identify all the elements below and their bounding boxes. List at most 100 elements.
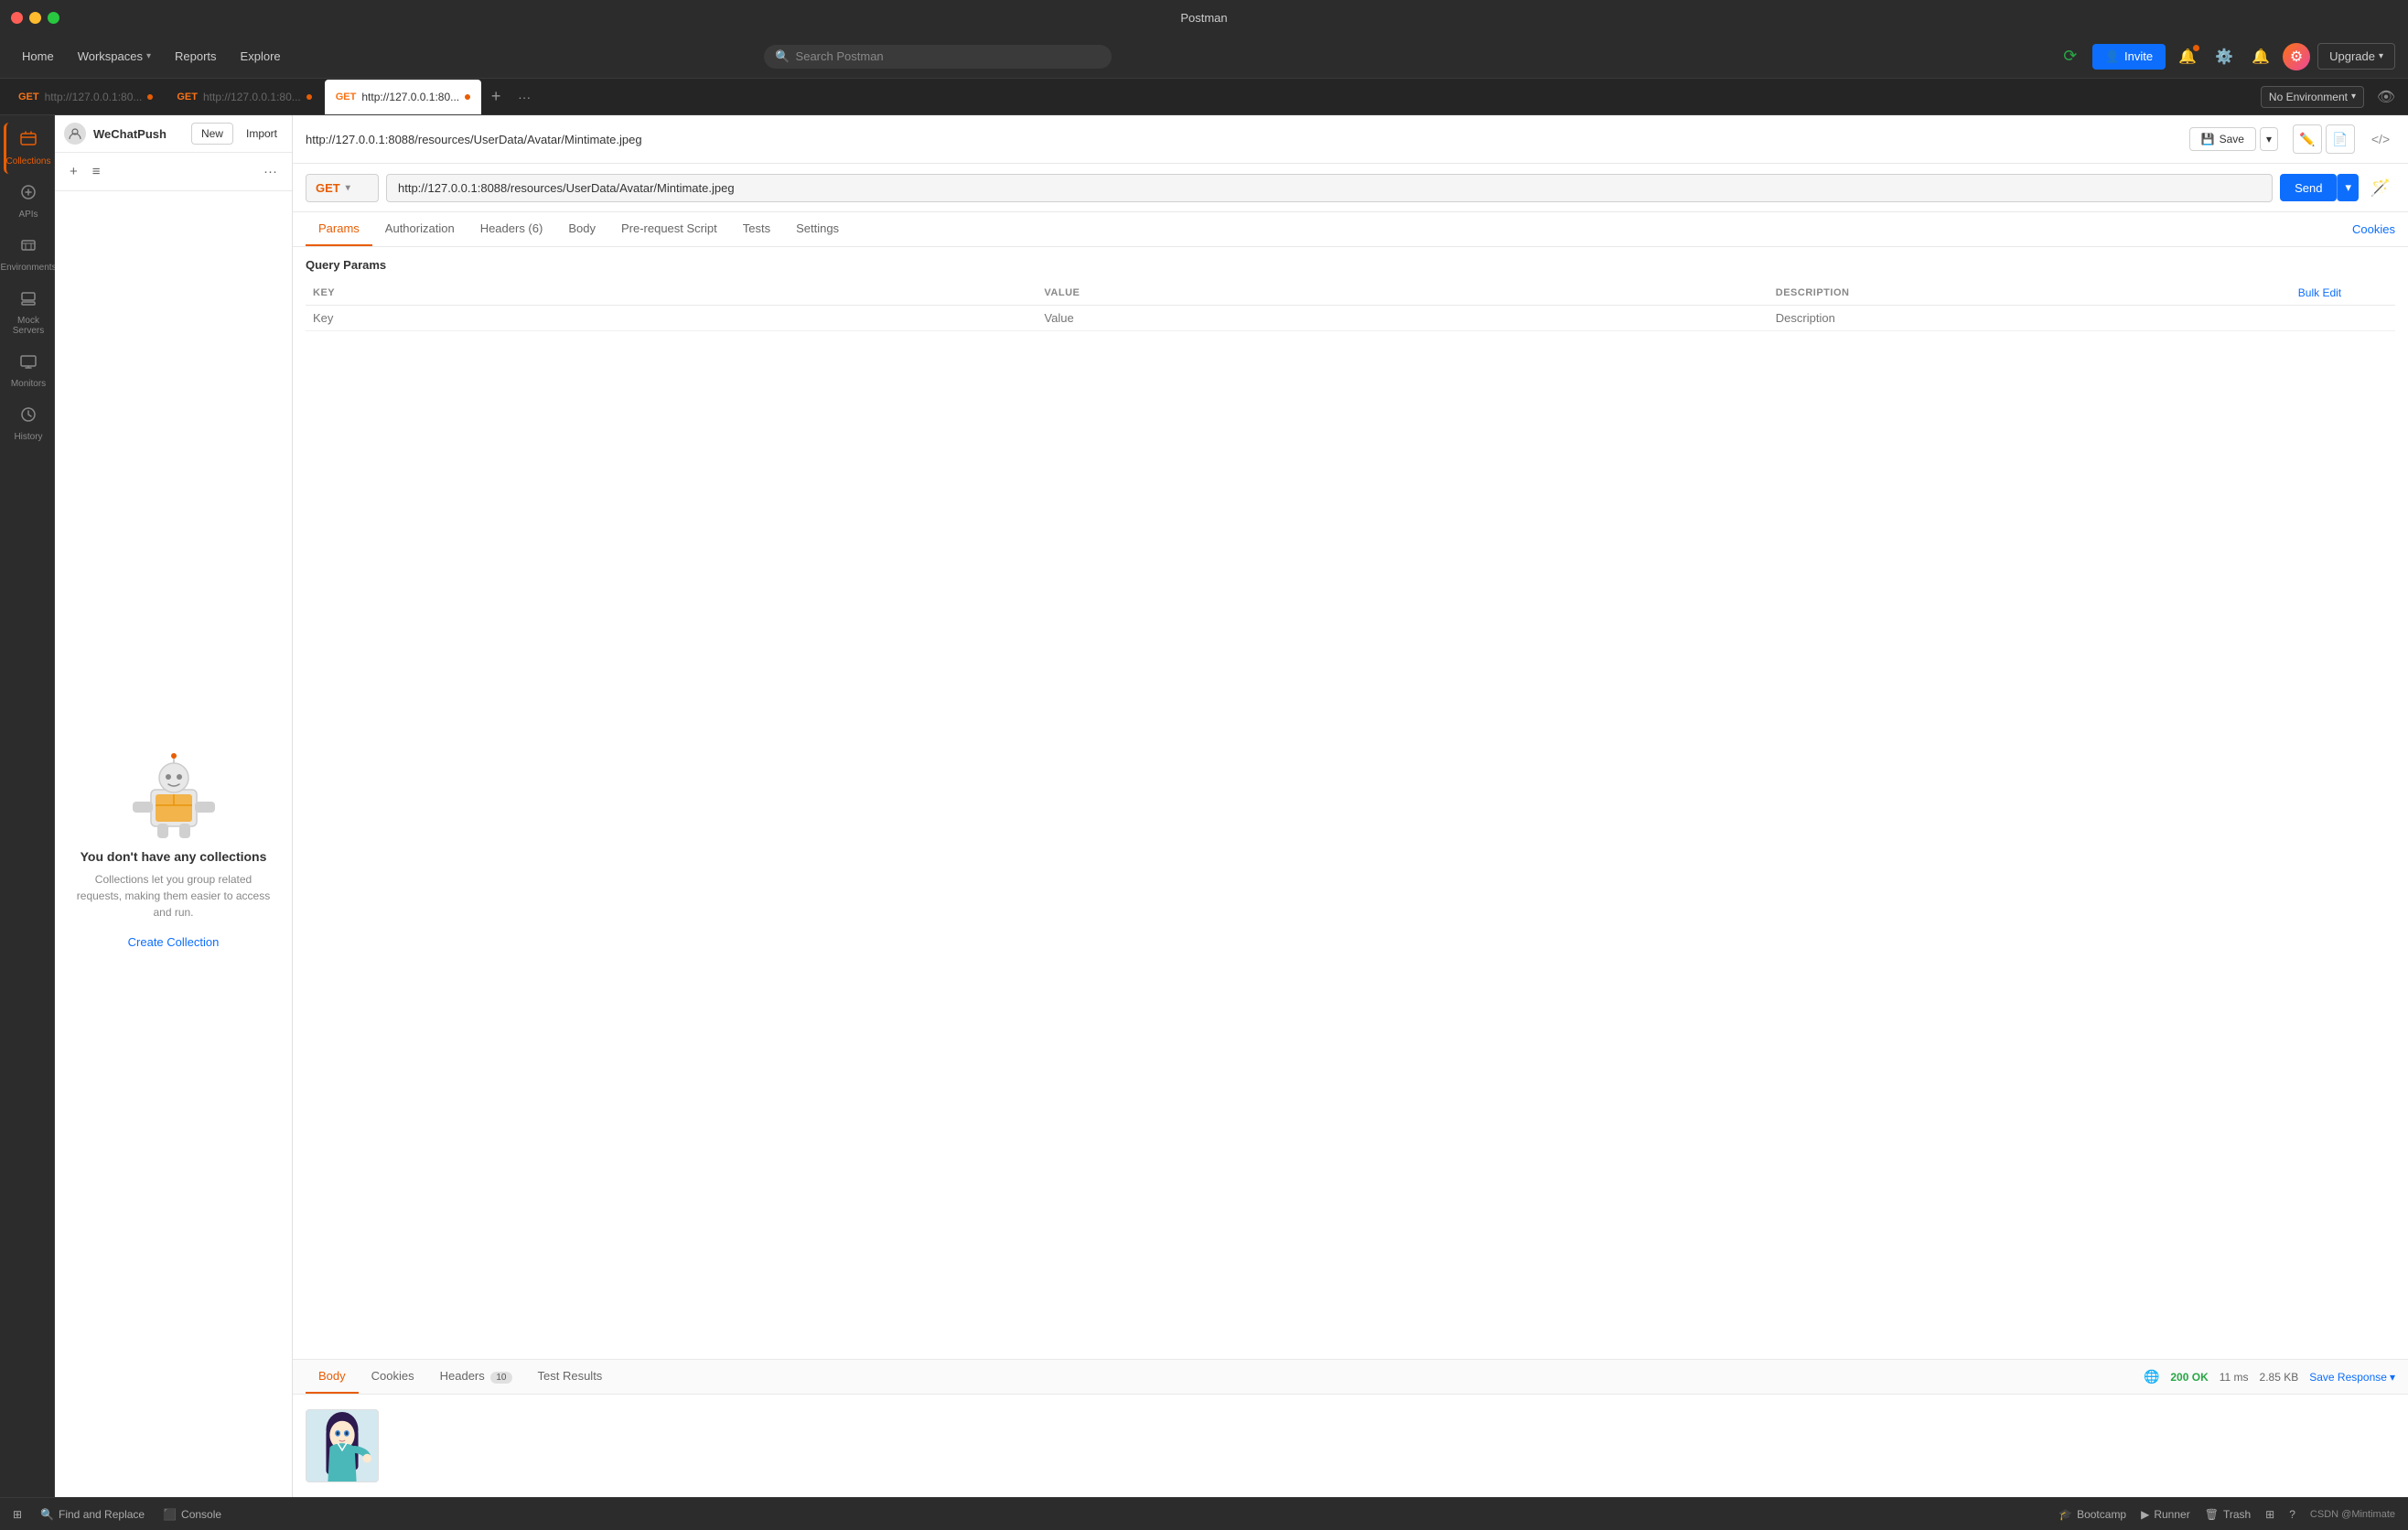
notification-icon[interactable]: 🔔 bbox=[2173, 42, 2202, 71]
sidebar-item-mock-servers[interactable]: Mock Servers bbox=[4, 282, 51, 343]
response-size: 2.85 KB bbox=[2260, 1371, 2299, 1384]
more-options-button[interactable]: ··· bbox=[260, 162, 281, 181]
more-tabs-button[interactable]: ··· bbox=[511, 86, 538, 108]
fullscreen-button[interactable] bbox=[48, 12, 59, 24]
tab-dot-2 bbox=[306, 94, 312, 100]
tab-2[interactable]: GET http://127.0.0.1:80... bbox=[166, 80, 322, 114]
resp-tab-test-results[interactable]: Test Results bbox=[525, 1360, 616, 1394]
save-dropdown-button[interactable]: ▾ bbox=[2260, 127, 2278, 151]
bottom-bar: ⊞ 🔍 Find and Replace ⬛ Console 🎓 Bootcam… bbox=[0, 1497, 2408, 1530]
tab-pre-request-script[interactable]: Pre-request Script bbox=[608, 212, 730, 246]
tab-url-3: http://127.0.0.1:80... bbox=[361, 91, 459, 103]
help-button[interactable]: ? bbox=[2289, 1508, 2295, 1521]
magic-wand-icon[interactable]: 🪄 bbox=[2366, 173, 2395, 202]
tab-url-2: http://127.0.0.1:80... bbox=[203, 91, 301, 103]
grid-button[interactable]: ⊞ bbox=[2265, 1508, 2274, 1521]
minimize-button[interactable] bbox=[29, 12, 41, 24]
runner-button[interactable]: ▶ Runner bbox=[2141, 1508, 2190, 1521]
upgrade-button[interactable]: Upgrade ▾ bbox=[2317, 43, 2395, 70]
invite-button[interactable]: 👤 Invite bbox=[2092, 44, 2166, 70]
code-icon[interactable]: </> bbox=[2366, 124, 2395, 154]
resp-tab-body[interactable]: Body bbox=[306, 1360, 359, 1394]
find-replace-button[interactable]: 🔍 Find and Replace bbox=[40, 1508, 145, 1521]
nav-home[interactable]: Home bbox=[13, 44, 63, 69]
trash-button[interactable]: 🗑 Trash bbox=[2205, 1508, 2251, 1521]
sidebar-item-monitors[interactable]: Monitors bbox=[4, 345, 51, 396]
anime-character-image bbox=[306, 1409, 378, 1482]
edit-icon[interactable]: ✏️ bbox=[2293, 124, 2322, 154]
request-tabs: Params Authorization Headers (6) Body Pr… bbox=[293, 212, 2408, 247]
tab-1[interactable]: GET http://127.0.0.1:80... bbox=[7, 80, 164, 114]
table-row bbox=[306, 306, 2395, 331]
response-time: 11 ms bbox=[2220, 1371, 2249, 1384]
bootcamp-button[interactable]: 🎓 Bootcamp bbox=[2059, 1508, 2126, 1521]
console-icon: ⬛ bbox=[163, 1508, 177, 1521]
tab-dot-1 bbox=[147, 94, 153, 100]
find-replace-icon: 🔍 bbox=[40, 1508, 54, 1521]
search-bar[interactable]: 🔍 Search Postman bbox=[764, 45, 1112, 69]
tab-authorization[interactable]: Authorization bbox=[372, 212, 468, 246]
description-icon[interactable]: 📄 bbox=[2326, 124, 2355, 154]
sidebar-item-environments[interactable]: Environments bbox=[4, 229, 51, 280]
filter-button[interactable]: ≡ bbox=[89, 162, 104, 181]
help-icon: ? bbox=[2289, 1508, 2295, 1521]
tab-body[interactable]: Body bbox=[555, 212, 608, 246]
tab-tests[interactable]: Tests bbox=[730, 212, 783, 246]
panel-header: + ≡ ··· bbox=[55, 153, 292, 191]
new-tab-button[interactable]: + bbox=[483, 84, 509, 110]
import-button[interactable]: Import bbox=[241, 124, 283, 144]
sidebar-toggle-button[interactable]: ⊞ bbox=[13, 1508, 22, 1521]
settings-icon[interactable]: ⚙️ bbox=[2209, 42, 2239, 71]
sync-icon[interactable]: ⟳ bbox=[2056, 42, 2085, 71]
key-input[interactable] bbox=[313, 311, 1029, 325]
description-input[interactable] bbox=[1776, 311, 2284, 325]
cookies-link[interactable]: Cookies bbox=[2352, 222, 2395, 236]
environment-select[interactable]: No Environment ▾ bbox=[2261, 86, 2364, 108]
tab-headers[interactable]: Headers (6) bbox=[468, 212, 556, 246]
send-dropdown-button[interactable]: ▾ bbox=[2337, 174, 2359, 201]
resp-tab-headers[interactable]: Headers 10 bbox=[427, 1360, 525, 1394]
save-icon: 💾 bbox=[2201, 133, 2215, 145]
empty-state-illustration bbox=[128, 739, 220, 849]
request-header: http://127.0.0.1:8088/resources/UserData… bbox=[293, 115, 2408, 164]
save-response-button[interactable]: Save Response ▾ bbox=[2309, 1371, 2395, 1384]
method-chevron-icon: ▾ bbox=[346, 183, 350, 193]
alert-icon[interactable]: 🔔 bbox=[2246, 42, 2275, 71]
traffic-lights bbox=[11, 12, 59, 24]
new-button[interactable]: New bbox=[191, 123, 233, 145]
main-layout: Collections APIs Environments bbox=[0, 115, 2408, 1497]
eye-icon[interactable]: 👁 bbox=[2371, 82, 2401, 112]
value-column-header: VALUE bbox=[1037, 281, 1768, 306]
nav-explore[interactable]: Explore bbox=[231, 44, 290, 69]
tab-3[interactable]: GET http://127.0.0.1:80... bbox=[325, 80, 481, 114]
runner-icon: ▶ bbox=[2141, 1508, 2149, 1521]
sidebar-item-collections[interactable]: Collections bbox=[4, 123, 51, 174]
tab-settings[interactable]: Settings bbox=[783, 212, 852, 246]
url-input[interactable] bbox=[386, 174, 2273, 202]
tab-url-1: http://127.0.0.1:80... bbox=[45, 91, 143, 103]
request-url-title: http://127.0.0.1:8088/resources/UserData… bbox=[306, 133, 2182, 146]
workspaces-chevron-icon: ▾ bbox=[146, 51, 151, 61]
close-button[interactable] bbox=[11, 12, 23, 24]
console-button[interactable]: ⬛ Console bbox=[163, 1508, 221, 1521]
apis-label: APIs bbox=[18, 210, 38, 220]
add-collection-button[interactable]: + bbox=[66, 162, 81, 181]
save-button[interactable]: 💾 Save bbox=[2189, 127, 2256, 151]
value-input[interactable] bbox=[1044, 311, 1760, 325]
tab-method-1: GET bbox=[18, 92, 39, 102]
resp-tab-cookies[interactable]: Cookies bbox=[359, 1360, 427, 1394]
send-button[interactable]: Send bbox=[2280, 174, 2337, 201]
mock-servers-label: Mock Servers bbox=[10, 316, 48, 336]
bottom-right-actions: 🎓 Bootcamp ▶ Runner 🗑 Trash ⊞ ? CSDN @Mi… bbox=[2059, 1508, 2395, 1521]
method-select[interactable]: GET ▾ bbox=[306, 174, 379, 202]
tab-params[interactable]: Params bbox=[306, 212, 372, 246]
nav-reports[interactable]: Reports bbox=[166, 44, 226, 69]
apis-icon bbox=[19, 183, 38, 206]
profile-icon[interactable]: ⚙ bbox=[2283, 43, 2310, 70]
create-collection-link[interactable]: Create Collection bbox=[128, 935, 220, 949]
empty-desc: Collections let you group related reques… bbox=[73, 871, 274, 921]
nav-workspaces[interactable]: Workspaces ▾ bbox=[69, 44, 160, 69]
bulk-edit-button[interactable]: Bulk Edit bbox=[2298, 286, 2341, 299]
sidebar-item-apis[interactable]: APIs bbox=[4, 176, 51, 227]
sidebar-item-history[interactable]: History bbox=[4, 398, 51, 449]
